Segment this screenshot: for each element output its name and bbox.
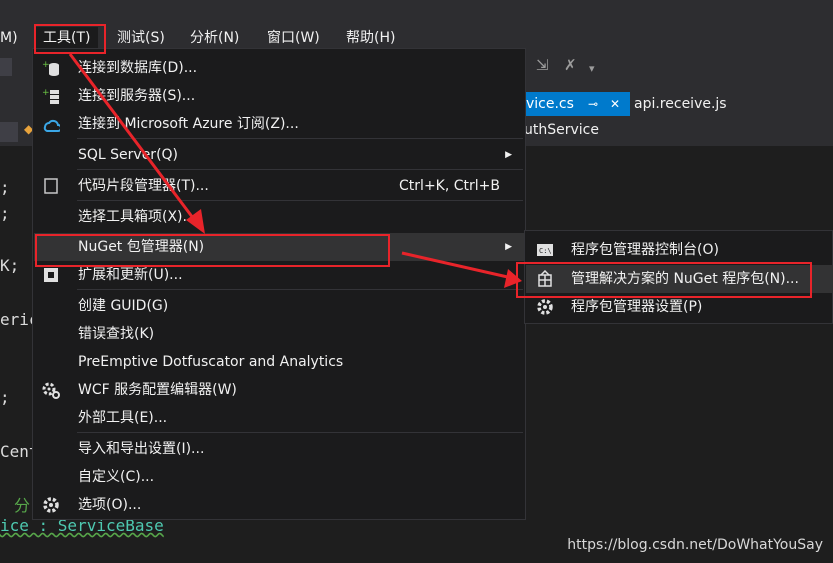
annotation-arrows [68, 53, 522, 288]
watermark: https://blog.csdn.net/DoWhatYouSay [567, 537, 823, 553]
annotation-arrow-head [504, 269, 522, 288]
annotation-arrow-line [401, 251, 513, 280]
annotation-arrow-line [68, 53, 198, 223]
